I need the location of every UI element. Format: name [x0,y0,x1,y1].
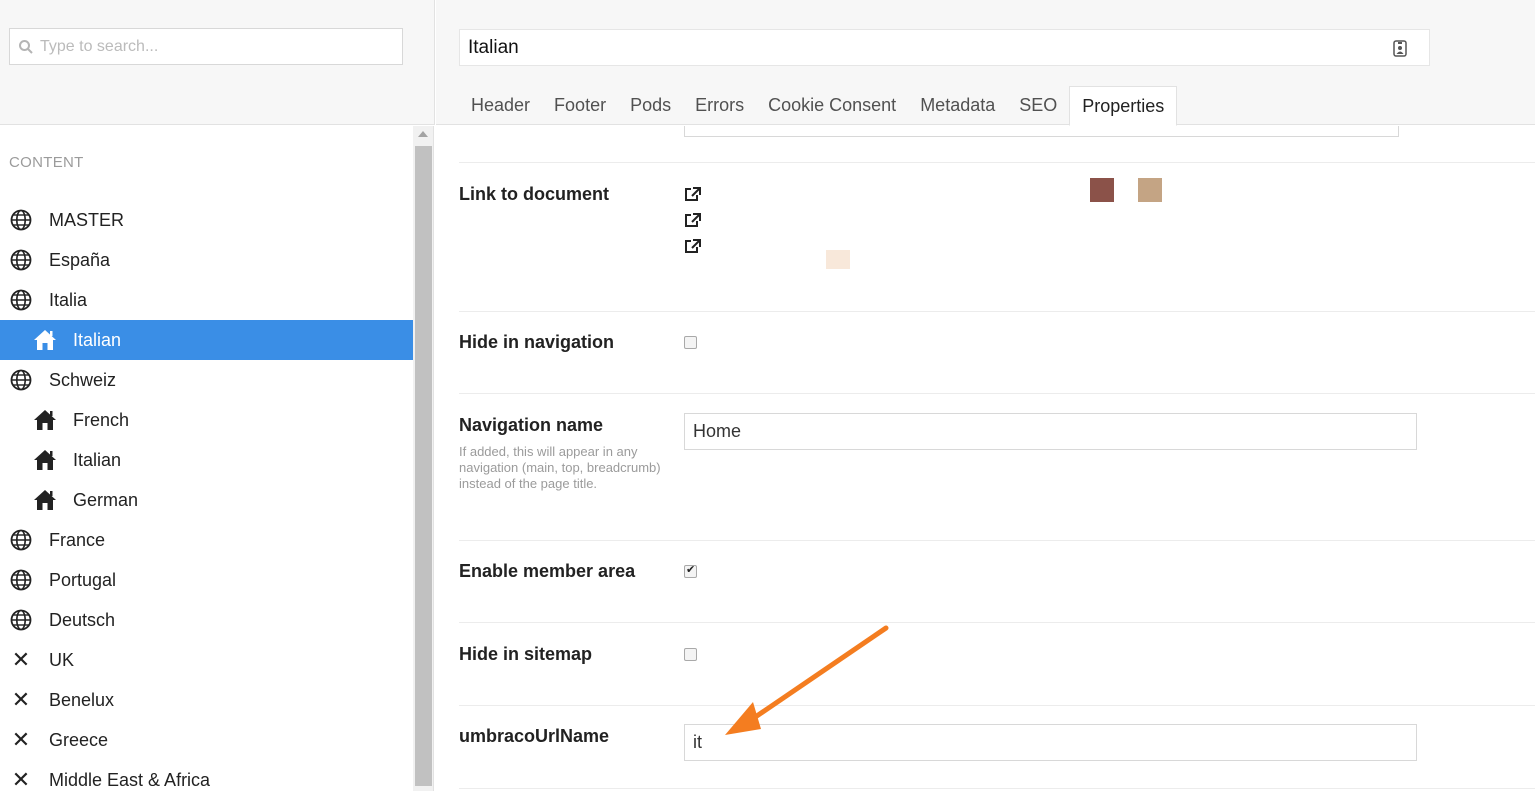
tab-metadata[interactable]: Metadata [908,86,1007,125]
navigation-name-description: If added, this will appear in any naviga… [459,444,661,491]
tree-item-label: MASTER [49,209,125,230]
globe-icon [9,528,33,552]
navigation-name-label: Navigation name [459,415,604,435]
tree-header [0,0,435,125]
content-tree: CONTENT MASTER España Italia Italian Schweiz… [0,126,413,791]
tab-footer[interactable]: Footer [542,86,618,125]
tree-item[interactable]: ✕ Greece [0,720,413,760]
tree-item[interactable]: ✕ Benelux [0,680,413,720]
tree-item-label: Italian [73,449,122,470]
row-divider [459,788,1535,789]
tree-item[interactable]: German [0,480,413,520]
editor-header: HeaderFooterPodsErrorsCookie ConsentMeta… [436,0,1535,126]
close-icon: ✕ [11,727,31,752]
scroll-thumb[interactable] [415,146,432,786]
enable-member-area-label: Enable member area [459,561,636,581]
tree-item[interactable]: España [0,240,413,280]
tree-item-label: Schweiz [49,369,117,390]
search-input[interactable] [40,34,395,60]
umbraco-url-name-input[interactable] [684,724,1417,761]
scroll-up-arrow-icon[interactable] [418,131,428,137]
node-name-input[interactable] [468,35,1368,61]
tree-item[interactable]: Italia [0,280,413,320]
color-swatch [1090,178,1114,202]
external-link-icon[interactable] [684,186,702,202]
globe-icon [9,208,33,232]
tab-errors[interactable]: Errors [683,86,756,125]
globe-icon [9,608,33,632]
tab-seo[interactable]: SEO [1007,86,1069,125]
row-divider [459,622,1535,623]
tab-pods[interactable]: Pods [618,86,683,125]
home-icon [33,448,57,472]
tree-item-label: Deutsch [49,609,116,630]
tree-item[interactable]: Deutsch [0,600,413,640]
link-to-document-label: Link to document [459,184,609,204]
close-icon: ✕ [11,687,31,712]
tree-item-label: Italia [49,289,88,310]
tree-item-label: Italian [73,329,122,350]
umbraco-url-name-label: umbracoUrlName [459,726,610,746]
globe-icon [9,288,33,312]
tree-scrollbar[interactable] [413,126,434,791]
tree-item[interactable]: French [0,400,413,440]
tree-item[interactable]: ✕ UK [0,640,413,680]
home-icon [33,408,57,432]
tree-item[interactable]: MASTER [0,200,413,240]
tab-cookie-consent[interactable]: Cookie Consent [756,86,908,125]
row-divider [459,162,1535,163]
hide-in-navigation-label: Hide in navigation [459,332,615,352]
tab-bar: Header Footer Pods Errors Cookie Consent Meta… [459,86,1178,126]
partial-field-above[interactable] [684,126,1399,137]
tree-item-label: Benelux [49,689,115,710]
tree-item-label: UK [49,649,75,670]
row-divider [459,393,1535,394]
tab-header[interactable]: Header [459,86,542,125]
color-swatch [1138,178,1162,202]
hide-in-sitemap-checkbox[interactable] [684,648,697,661]
tree-item-label: Greece [49,729,109,750]
enable-member-area-checkbox[interactable] [684,563,697,578]
tree-item-label: Portugal [49,569,117,590]
tab-properties[interactable]: Properties [1069,86,1178,126]
external-link-icon[interactable] [684,212,702,228]
tree-item-label: French [73,409,130,430]
globe-icon [9,368,33,392]
tree-item[interactable]: Italian [0,440,413,480]
search-box[interactable] [9,28,403,65]
tree-item-label: German [73,489,139,510]
row-divider [459,311,1535,312]
tree-item-label: España [49,249,111,270]
close-icon: ✕ [11,647,31,672]
tree-item[interactable]: ✕ Middle East & Africa [0,760,413,791]
search-icon [19,40,33,54]
home-icon [33,488,57,512]
hide-in-sitemap-label: Hide in sitemap [459,644,593,664]
tree-section-label: CONTENT [9,154,84,171]
home-icon [33,328,57,352]
node-name-field[interactable] [459,29,1430,66]
navigation-name-input[interactable] [684,413,1417,450]
tree-item[interactable]: Italian [0,320,413,360]
id-card-icon[interactable] [1393,40,1407,57]
hide-in-navigation-checkbox[interactable] [684,336,697,349]
globe-icon [9,568,33,592]
row-divider [459,705,1535,706]
properties-panel: Link to document Hide in navigation Navi… [436,126,1535,791]
tree-item-label: France [49,529,106,550]
close-icon: ✕ [11,767,31,791]
tree-item-label: Middle East & Africa [49,769,211,790]
tree-item[interactable]: Portugal [0,560,413,600]
color-swatch [826,250,850,269]
external-link-icon[interactable] [684,238,702,254]
tree-item[interactable]: Schweiz [0,360,413,400]
globe-icon [9,248,33,272]
tree-item[interactable]: France [0,520,413,560]
row-divider [459,540,1535,541]
